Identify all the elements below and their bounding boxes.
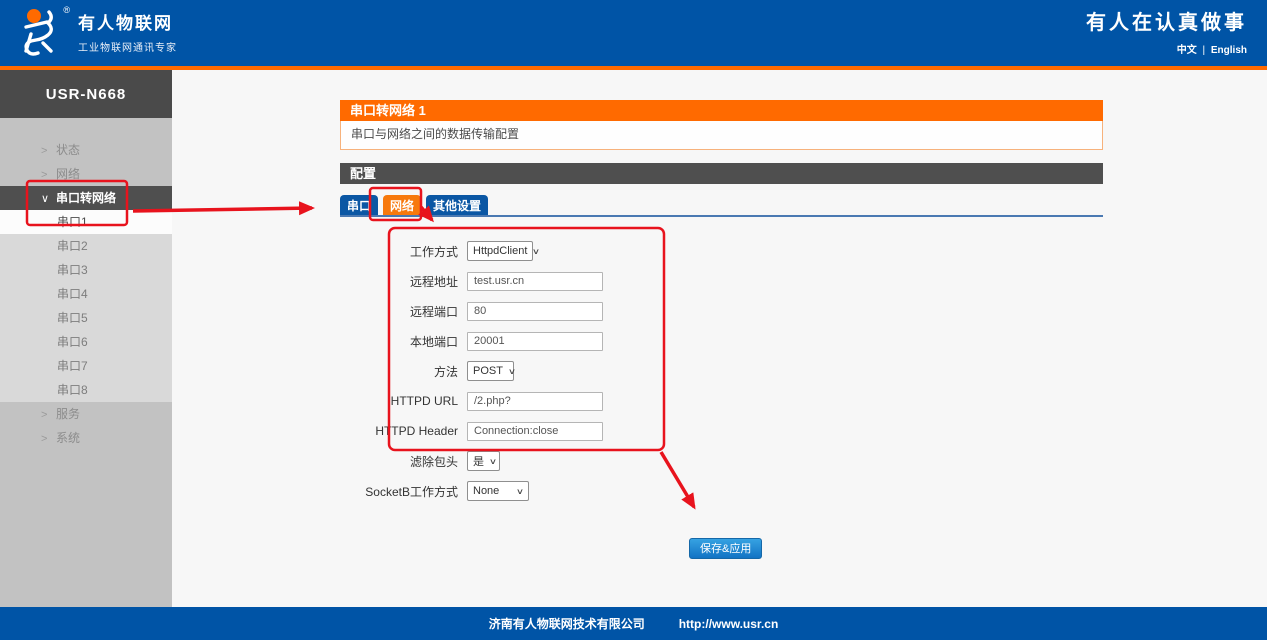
footer-url-link[interactable]: http://www.usr.cn	[679, 617, 779, 631]
sidebar-item-uart7[interactable]: 串口7	[0, 354, 172, 378]
remote-port-label: 远程端口	[340, 303, 458, 320]
sidebar-item-label: 网络	[56, 167, 80, 181]
brand-subtitle: 工业物联网通讯专家	[78, 39, 177, 54]
chevron-right-icon: >	[41, 163, 56, 187]
method-value: POST	[473, 365, 503, 377]
method-label: 方法	[340, 363, 458, 380]
chevron-down-icon: ∨	[532, 247, 540, 256]
socketb-mode-value: None	[473, 485, 499, 497]
lang-separator: |	[1202, 45, 1205, 56]
sidebar-item-service[interactable]: >服务	[0, 402, 172, 426]
language-switcher: 中文 | English	[1086, 41, 1247, 56]
sidebar-item-uart4[interactable]: 串口4	[0, 282, 172, 306]
sidebar-item-status[interactable]: >状态	[0, 138, 172, 162]
socketb-mode-label: SocketB工作方式	[340, 483, 458, 500]
sidebar-item-system[interactable]: >系统	[0, 426, 172, 450]
chevron-down-icon: ∨	[489, 457, 497, 466]
httpd-url-label: HTTPD URL	[340, 394, 458, 408]
lang-english-link[interactable]: English	[1211, 45, 1247, 56]
work-mode-value: HttpdClient	[473, 245, 527, 257]
sidebar: USR-N668 >状态 >网络 ∨串口转网络 串口1 串口2 串口3 串口4 …	[0, 70, 172, 607]
page-footer: 济南有人物联网技术有限公司 http://www.usr.cn	[0, 607, 1267, 640]
device-model-title: USR-N668	[0, 70, 172, 118]
usr-logo-icon: ®	[18, 6, 68, 56]
network-config-form: 工作方式 HttpdClient ∨ 远程地址 远程端口 本地端口 方法	[340, 241, 1103, 559]
chevron-right-icon: >	[41, 427, 56, 451]
config-panel: 串口转网络 1 串口与网络之间的数据传输配置 配置 串口 网络 其他设置 工作方…	[340, 100, 1103, 559]
remote-address-input[interactable]	[467, 272, 603, 291]
method-select[interactable]: POST ∨	[467, 361, 514, 381]
slogan-text: 有人在认真做事	[1086, 6, 1247, 35]
uart-submenu: 串口1 串口2 串口3 串口4 串口5 串口6 串口7 串口8	[0, 210, 172, 402]
registered-mark: ®	[63, 5, 70, 15]
lang-chinese-link[interactable]: 中文	[1177, 45, 1197, 56]
tab-other-settings[interactable]: 其他设置	[426, 195, 488, 215]
top-header: ® 有人物联网 工业物联网通讯专家 有人在认真做事 中文 | English	[0, 0, 1267, 70]
chevron-down-icon: ∨	[41, 187, 56, 211]
httpd-header-label: HTTPD Header	[340, 424, 458, 438]
socketb-mode-select[interactable]: None ∨	[467, 481, 529, 501]
sidebar-item-label: 状态	[56, 143, 80, 157]
sidebar-item-label: 服务	[56, 407, 80, 421]
sidebar-item-label: 串口转网络	[56, 191, 116, 205]
panel-description: 串口与网络之间的数据传输配置	[340, 121, 1103, 150]
chevron-right-icon: >	[41, 139, 56, 163]
sidebar-item-label: 系统	[56, 431, 80, 445]
local-port-label: 本地端口	[340, 333, 458, 350]
chevron-down-icon: ∨	[516, 487, 524, 496]
work-mode-label: 工作方式	[340, 243, 458, 260]
panel-title: 串口转网络 1	[340, 100, 1103, 121]
remote-port-input[interactable]	[467, 302, 603, 321]
tab-network[interactable]: 网络	[383, 195, 421, 215]
sidebar-item-uart8[interactable]: 串口8	[0, 378, 172, 402]
sidebar-item-uart1[interactable]: 串口1	[0, 210, 172, 234]
save-apply-button[interactable]: 保存&应用	[689, 538, 762, 559]
brand-block: ® 有人物联网 工业物联网通讯专家	[18, 6, 177, 56]
sidebar-item-uart6[interactable]: 串口6	[0, 330, 172, 354]
work-mode-select[interactable]: HttpdClient ∨	[467, 241, 533, 261]
sidebar-item-uart-to-network[interactable]: ∨串口转网络	[0, 186, 172, 210]
filter-header-select[interactable]: 是 ∨	[467, 451, 500, 471]
tab-bar: 串口 网络 其他设置	[340, 195, 1103, 217]
chevron-right-icon: >	[41, 403, 56, 427]
sidebar-item-uart2[interactable]: 串口2	[0, 234, 172, 258]
httpd-url-input[interactable]	[467, 392, 603, 411]
sidebar-item-uart5[interactable]: 串口5	[0, 306, 172, 330]
running-person-icon	[18, 6, 68, 56]
tab-serial[interactable]: 串口	[340, 195, 378, 215]
filter-header-value: 是	[473, 453, 484, 469]
sidebar-menu: >状态 >网络 ∨串口转网络 串口1 串口2 串口3 串口4 串口5 串口6 串…	[0, 138, 172, 450]
main-content: 串口转网络 1 串口与网络之间的数据传输配置 配置 串口 网络 其他设置 工作方…	[172, 70, 1267, 607]
httpd-header-input[interactable]	[467, 422, 603, 441]
local-port-input[interactable]	[467, 332, 603, 351]
sidebar-item-network[interactable]: >网络	[0, 162, 172, 186]
brand-title: 有人物联网	[78, 9, 177, 34]
remote-address-label: 远程地址	[340, 273, 458, 290]
chevron-down-icon: ∨	[508, 367, 516, 376]
footer-company: 济南有人物联网技术有限公司	[489, 615, 645, 632]
filter-header-label: 滤除包头	[340, 453, 458, 470]
sidebar-item-uart3[interactable]: 串口3	[0, 258, 172, 282]
section-title: 配置	[340, 163, 1103, 184]
